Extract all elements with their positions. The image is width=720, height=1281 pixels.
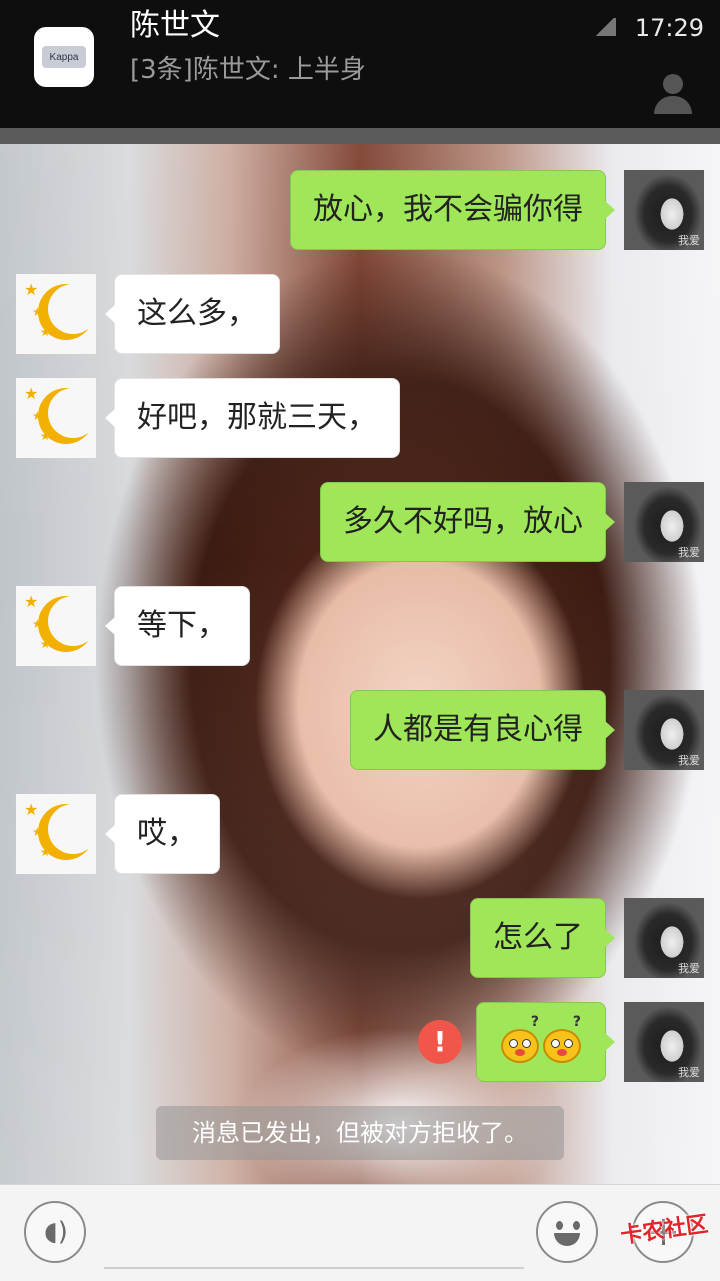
message-bubble-incoming[interactable]: 这么多， [105, 274, 280, 354]
self-avatar[interactable]: 我爱 [624, 690, 704, 770]
message-row: ★ ★ ★ 好吧，那就三天， [0, 378, 720, 458]
message-bubble-outgoing[interactable]: 放心，我不会骗你得 [290, 170, 615, 250]
voice-icon: ◖) [44, 1217, 68, 1247]
self-avatar[interactable]: 我爱 [624, 482, 704, 562]
message-bubble-outgoing[interactable]: 人都是有良心得 [350, 690, 615, 770]
message-row: 人都是有良心得 我爱 [0, 690, 720, 770]
send-failed-icon[interactable]: ! [418, 1020, 462, 1064]
self-avatar[interactable]: 我爱 [624, 170, 704, 250]
message-bubble-outgoing-emoji[interactable]: ? ? [476, 1002, 615, 1082]
message-row: ! ? ? 我爱 [0, 1002, 720, 1082]
kappa-logo-icon: Kappa [42, 46, 86, 68]
header-divider [0, 128, 720, 144]
message-row: 放心，我不会骗你得 我爱 [0, 170, 720, 250]
contact-avatar-moon-icon[interactable]: ★ ★ ★ [16, 274, 96, 354]
message-bubble-incoming[interactable]: 好吧，那就三天， [105, 378, 400, 458]
message-row: 怎么了 我爱 [0, 898, 720, 978]
emoji-button[interactable] [536, 1201, 598, 1263]
message-row: ★ ★ ★ 等下， [0, 586, 720, 666]
confused-face-emoji-icon: ? [501, 1015, 539, 1063]
message-input[interactable] [104, 1205, 524, 1269]
message-bubble-outgoing[interactable]: 怎么了 [470, 898, 615, 978]
message-bubble-incoming[interactable]: 哎， [105, 794, 220, 874]
status-time: 17:29 [634, 14, 704, 42]
person-icon[interactable] [650, 70, 696, 116]
app-icon: Kappa [34, 27, 94, 87]
contact-avatar-moon-icon[interactable]: ★ ★ ★ [16, 378, 96, 458]
system-notice: 消息已发出，但被对方拒收了。 [156, 1106, 564, 1160]
notification-banner[interactable]: Kappa 陈世文 [3条]陈世文: 上半身 17:29 [0, 0, 720, 128]
contact-avatar-moon-icon[interactable]: ★ ★ ★ [16, 586, 96, 666]
contact-avatar-moon-icon[interactable]: ★ ★ ★ [16, 794, 96, 874]
confused-face-emoji-icon: ? [543, 1015, 581, 1063]
message-bubble-incoming[interactable]: 等下， [105, 586, 250, 666]
smiley-icon [556, 1221, 563, 1230]
message-row: ★ ★ ★ 哎， [0, 794, 720, 874]
voice-button[interactable]: ◖) [24, 1201, 86, 1263]
input-bar: ◖) [0, 1184, 720, 1281]
notification-body: [3条]陈世文: 上半身 [130, 55, 366, 85]
message-row: ★ ★ ★ 这么多， [0, 274, 720, 354]
self-avatar[interactable]: 我爱 [624, 898, 704, 978]
message-row: 多久不好吗，放心 我爱 [0, 482, 720, 562]
signal-icon [594, 18, 616, 36]
message-bubble-outgoing[interactable]: 多久不好吗，放心 [320, 482, 615, 562]
self-avatar[interactable]: 我爱 [624, 1002, 704, 1082]
notification-title: 陈世文 [130, 8, 220, 43]
